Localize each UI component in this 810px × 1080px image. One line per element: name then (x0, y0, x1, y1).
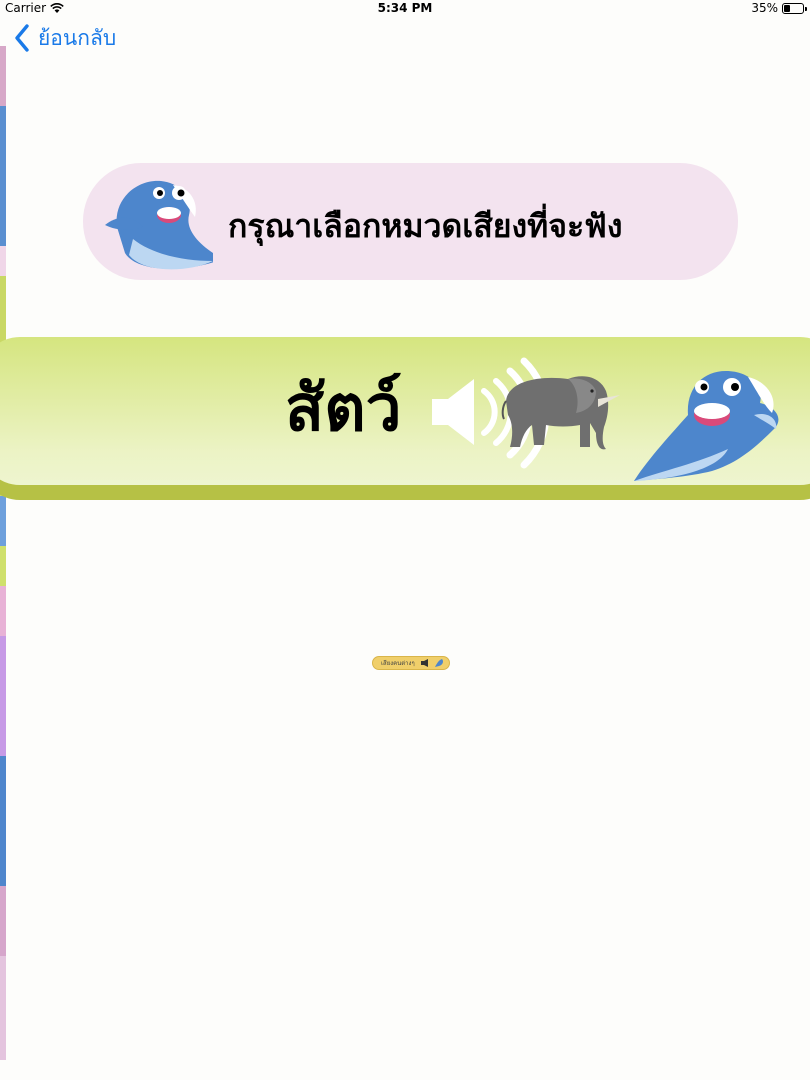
page-title: กรุณาเลือกหมวดเสียงที่จะฟัง (228, 207, 623, 245)
speaker-icon (421, 659, 429, 667)
category-button-face: สัตว์ (0, 337, 810, 485)
category-button-animals[interactable]: สัตว์ (0, 337, 810, 500)
battery-icon (782, 2, 807, 14)
clock: 5:34 PM (377, 1, 433, 15)
back-label: ย้อนกลับ (38, 25, 117, 50)
battery-percent: 35% (751, 1, 778, 15)
dolphin-mascot-icon (634, 371, 779, 481)
header-banner: กรุณาเลือกหมวดเสียงที่จะฟัง (83, 163, 738, 280)
elephant-icon (501, 376, 620, 450)
dolphin-mascot-icon (435, 659, 443, 667)
status-right: 35% (751, 1, 807, 15)
thumbnail-icons (421, 658, 444, 669)
status-bar: Carrier 5:34 PM 35% (0, 0, 810, 18)
category-label: สัตว์ (285, 372, 402, 446)
chevron-left-icon (15, 24, 29, 52)
dolphin-mascot-icon (105, 180, 213, 270)
left-edge-strip (0, 46, 6, 1080)
category-thumbnail-button[interactable]: เสียงคนต่างๆ (372, 656, 450, 670)
back-button[interactable]: ย้อนกลับ (14, 18, 116, 58)
battery-level (784, 4, 790, 12)
thumbnail-label: เสียงคนต่างๆ (381, 660, 415, 667)
